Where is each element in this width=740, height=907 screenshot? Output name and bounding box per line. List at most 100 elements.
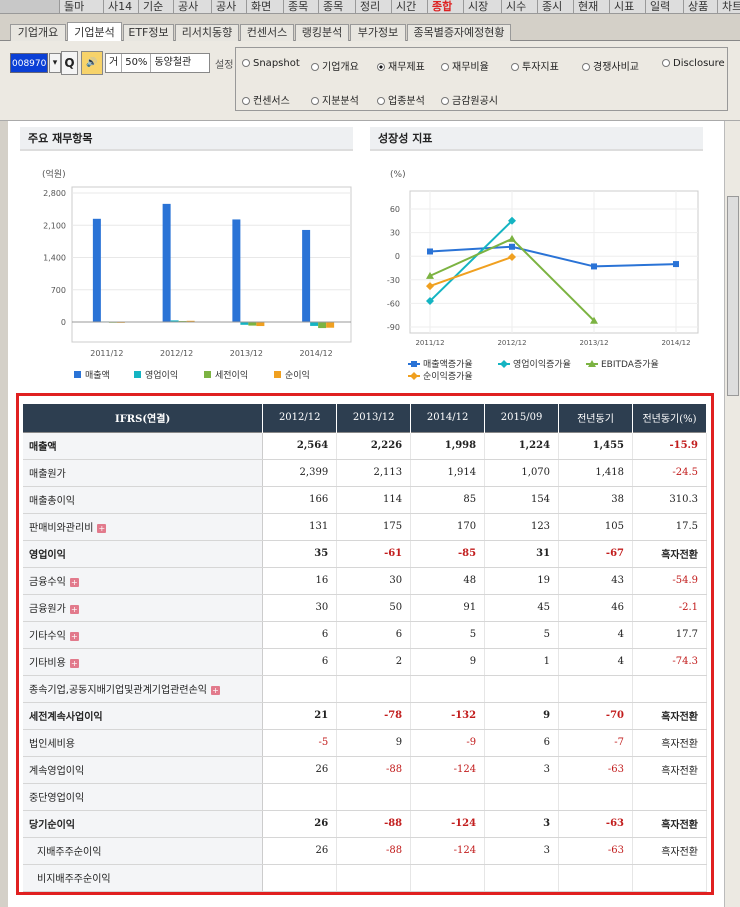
value-cell: 4 — [558, 621, 633, 649]
value-cell: 흑자전환 — [632, 809, 707, 838]
tab-item[interactable]: 리서치동향 — [175, 24, 239, 41]
search-icon[interactable]: Q — [61, 51, 78, 75]
stock-code-input[interactable]: 008970 — [10, 53, 48, 73]
radio-dot[interactable] — [377, 63, 385, 71]
expand-plus-icon[interactable]: + — [210, 686, 220, 695]
radio-dot[interactable] — [441, 63, 449, 71]
table-row: 금융수익 +16 30 48 19 43 -54.9 — [23, 567, 707, 595]
menu-separator — [683, 0, 684, 13]
top-menu-item[interactable]: 시수 — [506, 0, 526, 13]
x-tick-label: 2014/12 — [661, 339, 690, 347]
top-menu-item[interactable]: 상품 — [688, 0, 708, 13]
top-menu-item[interactable]: 공사 — [178, 0, 198, 13]
top-menu-item[interactable]: 공사 — [216, 0, 236, 13]
report-radio[interactable]: 재무제표 — [377, 58, 425, 73]
value-cell — [632, 675, 707, 703]
value-cell: 105 — [558, 513, 633, 541]
legend-label: 세전이익 — [215, 369, 248, 381]
y-tick-label: 700 — [51, 286, 66, 295]
radio-dot[interactable] — [441, 97, 449, 105]
row-label-cell: 판매비와관리비 + — [23, 513, 264, 541]
legend-swatch — [74, 371, 81, 378]
report-radio[interactable]: 경쟁사비교 — [582, 58, 639, 73]
top-menu-item[interactable]: 시간 — [396, 0, 416, 13]
report-radio[interactable]: 투자지표 — [511, 58, 559, 73]
top-menu-item[interactable]: 화면 — [251, 0, 271, 13]
tab-item[interactable]: 랭킹분석 — [295, 24, 349, 41]
expand-plus-icon[interactable]: + — [69, 578, 79, 587]
top-menu-item[interactable]: 차트 — [722, 0, 740, 13]
value-cell: 21 — [262, 701, 338, 730]
value-cell: -2.1 — [632, 594, 707, 622]
expand-plus-icon[interactable]: + — [69, 632, 79, 641]
growth-line-chart: (%) 60 30 0 -30 -60 -90 2011/12 2012/12 2013/12 20… — [387, 170, 699, 382]
tab-item[interactable]: 기업개요 — [10, 24, 66, 41]
table-row: 계속영업이익 26 -88 -124 3 -63 흑자전환 — [23, 756, 707, 784]
toolbar-group-icon[interactable] — [0, 0, 60, 13]
value-cell: 9 — [410, 648, 486, 676]
top-menu-item[interactable]: 돌마 — [64, 0, 84, 13]
radio-dot[interactable] — [242, 59, 250, 67]
value-cell: 17.5 — [632, 513, 707, 541]
tab-item[interactable]: ETF정보 — [123, 24, 174, 41]
tab-item[interactable]: 부가정보 — [350, 24, 406, 41]
report-radio[interactable]: 금감원공시 — [441, 92, 498, 107]
value-cell — [262, 864, 338, 892]
scrollbar-thumb[interactable] — [727, 196, 739, 396]
radio-dot[interactable] — [242, 97, 250, 105]
radio-dot[interactable] — [511, 63, 519, 71]
table-row: 지배주주순이익 26 -88 -124 3 -63 흑자전환 — [23, 837, 707, 865]
value-cell: 1 — [484, 648, 560, 676]
table-row: 법인세비용 -5 9 -9 6 -7 흑자전환 — [23, 729, 707, 757]
top-menu-item[interactable]: 시장 — [468, 0, 488, 13]
company-selector[interactable]: 거 50% 동양철관 — [105, 53, 210, 73]
value-cell: -5 — [262, 729, 338, 757]
radio-dot[interactable] — [311, 63, 319, 71]
row-label-cell: 영업이익 — [23, 539, 264, 568]
vertical-scrollbar[interactable] — [724, 121, 740, 907]
y-tick-label: 1,400 — [43, 254, 66, 263]
report-type-radio-group: Snapshot 기업개요 재무제표 재무비율 투자지표 경쟁사비교 Disclosure 컨… — [235, 47, 728, 111]
table-row: 기타비용 +6 2 9 1 4 -74.3 — [23, 648, 707, 676]
report-radio[interactable]: Disclosure — [662, 58, 725, 69]
report-radio[interactable]: 컨센서스 — [242, 92, 290, 107]
report-radio[interactable]: 지분분석 — [311, 92, 359, 107]
data-point — [673, 261, 679, 268]
tab-item[interactable]: 컨센서스 — [240, 24, 294, 41]
top-menu-item[interactable]: 정리 — [360, 0, 380, 13]
settings-button[interactable]: 설정 — [215, 56, 233, 71]
top-menu-item[interactable]: 현재 — [578, 0, 598, 13]
top-menu-item[interactable]: 종합 — [432, 0, 452, 13]
toolbar: 008970 ▾ Q 🔊 거 50% 동양철관 설정 Snapshot 기업개요 재무제… — [0, 41, 740, 121]
top-menu-item[interactable]: 종목 — [323, 0, 343, 13]
top-menu-item[interactable]: 일력 — [650, 0, 670, 13]
top-menu-item[interactable]: 시표 — [614, 0, 634, 13]
value-cell: 17.7 — [632, 621, 707, 649]
report-radio[interactable]: 기업개요 — [311, 58, 359, 73]
y-tick-label: 2,800 — [43, 189, 66, 198]
margin-label: 50% — [122, 54, 152, 72]
radio-dot[interactable] — [377, 97, 385, 105]
top-menu-item[interactable]: 기순 — [143, 0, 163, 13]
radio-dot[interactable] — [311, 97, 319, 105]
report-radio[interactable]: Snapshot — [242, 58, 300, 69]
bar-매출액 — [92, 218, 101, 322]
speaker-icon[interactable]: 🔊 — [81, 51, 103, 75]
top-menu-item[interactable]: 종목 — [288, 0, 308, 13]
radio-dot[interactable] — [582, 63, 590, 71]
tab-item[interactable]: 종목별증자예정현황 — [407, 24, 511, 41]
tab-item[interactable]: 기업분석 — [67, 22, 122, 42]
expand-plus-icon[interactable]: + — [69, 659, 79, 668]
report-radio[interactable]: 업종분석 — [377, 92, 425, 107]
radio-label: 금감원공시 — [452, 96, 498, 107]
expand-plus-icon[interactable]: + — [69, 605, 79, 614]
code-dropdown-button[interactable]: ▾ — [49, 53, 61, 73]
radio-dot[interactable] — [662, 59, 670, 67]
value-cell: -124 — [410, 809, 486, 838]
expand-plus-icon[interactable]: + — [97, 524, 107, 533]
report-radio[interactable]: 재무비율 — [441, 58, 489, 73]
row-label: 영업이익 — [29, 550, 66, 561]
right-panel-title: 성장성 지표 — [370, 127, 703, 151]
top-menu-item[interactable]: 사14 — [108, 0, 132, 13]
top-menu-item[interactable]: 종시 — [542, 0, 562, 13]
